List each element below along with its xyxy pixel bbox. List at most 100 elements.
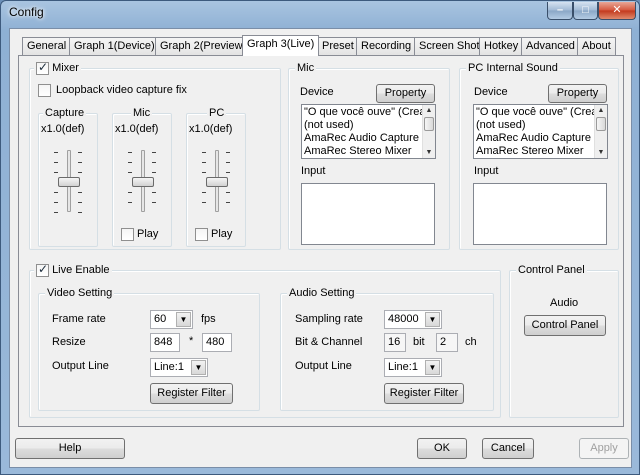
list-item[interactable]: "O que você ouve" (Creat bbox=[302, 106, 435, 119]
capture-title: Capture bbox=[43, 106, 87, 120]
slider-tick bbox=[202, 192, 206, 193]
pc-input-list[interactable] bbox=[473, 183, 607, 245]
pc-device-scrollbar[interactable]: ▲ ▼ bbox=[594, 105, 607, 158]
resize-height-input[interactable]: 480 bbox=[202, 333, 232, 352]
mic-play-label: Play bbox=[137, 228, 159, 240]
mixer-group: Mixer Loopback video capture fix Capture… bbox=[29, 60, 281, 250]
tab-graph2-preview[interactable]: Graph 2(Preview) bbox=[155, 37, 252, 55]
scroll-down-icon[interactable]: ▼ bbox=[595, 147, 607, 158]
list-item[interactable]: AmaRec Stereo Mixer bbox=[474, 145, 607, 158]
pc-device-label: Device bbox=[474, 86, 508, 98]
tab-about[interactable]: About bbox=[577, 37, 616, 55]
loopback-fix-checkbox[interactable] bbox=[38, 84, 51, 97]
help-button[interactable]: Help bbox=[15, 438, 125, 459]
slider-tick bbox=[54, 152, 58, 153]
pc-slider-title: PC bbox=[207, 106, 227, 120]
mixer-group-title: Mixer bbox=[34, 60, 81, 75]
chevron-down-icon[interactable]: ▼ bbox=[425, 360, 440, 375]
mic-play-checkbox[interactable] bbox=[121, 228, 134, 241]
mic-input-list[interactable] bbox=[301, 183, 435, 245]
slider-tick bbox=[128, 152, 132, 153]
live-enable-group-title: Live Enable bbox=[34, 262, 112, 277]
minimize-button[interactable]: – bbox=[547, 2, 573, 20]
slider-tick bbox=[202, 162, 206, 163]
scroll-up-icon[interactable]: ▲ bbox=[423, 105, 435, 116]
tab-hotkey[interactable]: Hotkey bbox=[479, 37, 524, 55]
pc-slider-thumb[interactable] bbox=[206, 177, 228, 187]
scroll-thumb[interactable] bbox=[596, 117, 606, 131]
list-item[interactable]: (not used) bbox=[474, 119, 607, 132]
mic-device-scrollbar[interactable]: ▲ ▼ bbox=[422, 105, 435, 158]
tab-panel-graph3-live: Mixer Loopback video capture fix Capture… bbox=[18, 55, 624, 427]
maximize-button[interactable]: □ bbox=[573, 2, 598, 20]
ok-button[interactable]: OK bbox=[417, 438, 467, 459]
slider-tick bbox=[152, 202, 156, 203]
video-register-filter-button[interactable]: Register Filter bbox=[150, 383, 233, 404]
slider-tick bbox=[78, 162, 82, 163]
slider-tick bbox=[54, 192, 58, 193]
tab-advanced[interactable]: Advanced bbox=[521, 37, 580, 55]
chevron-down-icon[interactable]: ▼ bbox=[191, 360, 206, 375]
video-output-line-select[interactable]: Line:1 ▼ bbox=[150, 358, 208, 377]
slider-tick bbox=[226, 202, 230, 203]
bit-depth-input[interactable]: 16 bbox=[384, 333, 406, 352]
list-item[interactable]: AmaRec Audio Capture bbox=[474, 132, 607, 145]
tab-general[interactable]: General bbox=[22, 37, 72, 55]
resize-width-input[interactable]: 848 bbox=[150, 333, 180, 352]
sampling-rate-select[interactable]: 48000 ▼ bbox=[384, 310, 442, 329]
channel-count-input[interactable]: 2 bbox=[436, 333, 458, 352]
video-setting-title: Video Setting bbox=[45, 286, 115, 300]
mic-group-title: Mic bbox=[295, 61, 317, 75]
audio-output-line-value: Line:1 bbox=[388, 361, 418, 373]
list-item[interactable]: AmaRec Stereo Mixer bbox=[302, 145, 435, 158]
chevron-down-icon[interactable]: ▼ bbox=[425, 312, 440, 327]
list-item[interactable]: "O que você ouve" (Creat bbox=[474, 106, 607, 119]
list-item[interactable]: (not used) bbox=[302, 119, 435, 132]
mic-device-group: Mic Device Property "O que você ouve" (C… bbox=[288, 61, 450, 250]
list-item[interactable]: AmaRec Audio Capture bbox=[302, 132, 435, 145]
audio-output-line-select[interactable]: Line:1 ▼ bbox=[384, 358, 442, 377]
capture-gain-value: x1.0(def) bbox=[41, 123, 85, 135]
slider-tick bbox=[226, 152, 230, 153]
mixer-checkbox[interactable] bbox=[36, 60, 49, 75]
config-window: Config – □ ✕ General Graph 1(Device) Gra… bbox=[0, 0, 640, 475]
tab-preset[interactable]: Preset bbox=[317, 37, 359, 55]
capture-slider-thumb[interactable] bbox=[58, 177, 80, 187]
slider-tick bbox=[226, 172, 230, 173]
chevron-down-icon[interactable]: ▼ bbox=[176, 312, 191, 327]
scroll-thumb[interactable] bbox=[424, 117, 434, 131]
mic-property-button[interactable]: Property bbox=[376, 84, 435, 103]
control-panel-button[interactable]: Control Panel bbox=[524, 315, 606, 336]
tab-graph1-device[interactable]: Graph 1(Device) bbox=[69, 37, 160, 55]
pc-play-checkbox[interactable] bbox=[195, 228, 208, 241]
control-panel-audio-label: Audio bbox=[550, 297, 579, 309]
pc-play-label: Play bbox=[211, 228, 233, 240]
tab-graph3-live[interactable]: Graph 3(Live) bbox=[242, 35, 320, 56]
cancel-button[interactable]: Cancel bbox=[482, 438, 534, 459]
frame-rate-select[interactable]: 60 ▼ bbox=[150, 310, 193, 329]
tab-recording[interactable]: Recording bbox=[356, 37, 417, 55]
pc-property-button[interactable]: Property bbox=[548, 84, 607, 103]
mixer-label: Mixer bbox=[52, 62, 79, 74]
slider-tick bbox=[78, 212, 82, 213]
bit-unit-label: bit bbox=[413, 336, 425, 348]
mic-device-list[interactable]: "O que você ouve" (Creat (not used) AmaR… bbox=[301, 104, 436, 159]
close-button[interactable]: ✕ bbox=[598, 2, 636, 20]
frame-rate-label: Frame rate bbox=[52, 313, 106, 325]
live-enable-checkbox[interactable] bbox=[36, 262, 49, 277]
mic-gain-value: x1.0(def) bbox=[115, 123, 159, 135]
slider-tick bbox=[152, 172, 156, 173]
slider-tick bbox=[78, 192, 82, 193]
pc-device-list[interactable]: "O que você ouve" (Creat (not used) AmaR… bbox=[473, 104, 608, 159]
pc-group-title: PC Internal Sound bbox=[466, 61, 560, 75]
scroll-down-icon[interactable]: ▼ bbox=[423, 147, 435, 158]
apply-button[interactable]: Apply bbox=[579, 438, 629, 459]
title-bar[interactable]: Config – □ ✕ bbox=[1, 1, 639, 27]
slider-tick bbox=[152, 162, 156, 163]
slider-tick bbox=[54, 202, 58, 203]
slider-tick bbox=[78, 152, 82, 153]
audio-register-filter-button[interactable]: Register Filter bbox=[384, 383, 464, 404]
tab-screen-shot[interactable]: Screen Shot bbox=[414, 37, 485, 55]
mic-slider-thumb[interactable] bbox=[132, 177, 154, 187]
scroll-up-icon[interactable]: ▲ bbox=[595, 105, 607, 116]
